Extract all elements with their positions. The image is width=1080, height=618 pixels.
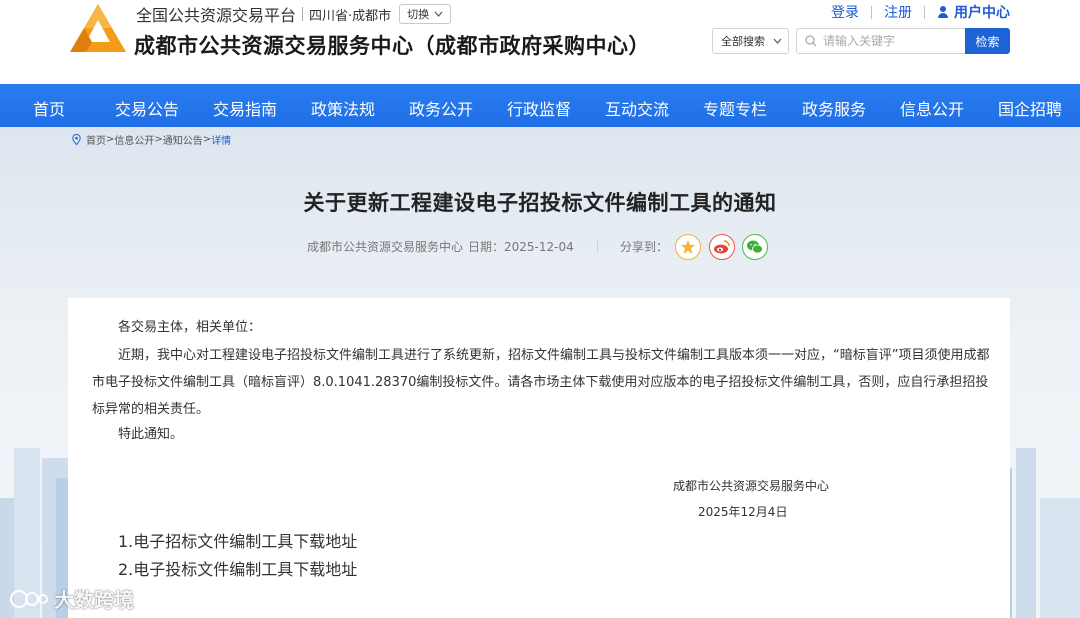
search-button[interactable]: 检索 bbox=[965, 28, 1010, 54]
share-favorite-button[interactable] bbox=[675, 234, 701, 260]
article-source: 成都市公共资源交易服务中心 bbox=[307, 240, 464, 254]
search-scope-value: 全部搜索 bbox=[721, 35, 765, 48]
breadcrumb-notices[interactable]: 通知公告 bbox=[163, 132, 203, 147]
breadcrumb-separator: > bbox=[106, 134, 115, 145]
user-center-label: 用户中心 bbox=[954, 5, 1010, 21]
search-scope-select[interactable]: 全部搜索 bbox=[712, 28, 789, 54]
signature-organization: 成都市公共资源交易服务中心 bbox=[673, 479, 830, 493]
breadcrumb-current: 详情 bbox=[211, 136, 232, 147]
breadcrumb-home[interactable]: 首页 bbox=[86, 132, 106, 147]
nav-item-interaction[interactable]: 互动交流 bbox=[605, 96, 669, 120]
download-link-tender-tool[interactable]: 2.电子投标文件编制工具下载地址 bbox=[118, 556, 357, 580]
nav-item-trading-announcements[interactable]: 交易公告 bbox=[115, 96, 179, 120]
watermark-text: 大数跨境 bbox=[54, 588, 134, 612]
switch-label: 切换 bbox=[407, 8, 430, 21]
watermark: 大数跨境 bbox=[10, 584, 134, 613]
weibo-icon bbox=[714, 240, 730, 254]
divider bbox=[871, 5, 872, 19]
chevron-down-icon bbox=[434, 11, 443, 17]
breadcrumb-information[interactable]: 信息公开 bbox=[114, 132, 154, 147]
register-link[interactable]: 注册 bbox=[884, 2, 912, 22]
search-input[interactable] bbox=[823, 34, 953, 48]
page-title: 成都市公共资源交易服务中心（成都市政府采购中心） bbox=[134, 34, 650, 58]
signature-date: 2025年12月4日 bbox=[698, 505, 788, 519]
nav-item-recruitment[interactable]: 国企招聘 bbox=[998, 96, 1062, 120]
nav-item-information[interactable]: 信息公开 bbox=[900, 96, 964, 120]
article-salutation: 各交易主体，相关单位： bbox=[118, 320, 262, 335]
divider bbox=[597, 239, 598, 252]
breadcrumb-separator: > bbox=[202, 134, 212, 145]
share-weibo-button[interactable] bbox=[709, 234, 735, 260]
article-closing: 特此通知。 bbox=[118, 427, 184, 442]
nav-item-trading-guide[interactable]: 交易指南 bbox=[213, 96, 277, 120]
share-label: 分享到： bbox=[620, 240, 669, 254]
star-icon bbox=[681, 240, 695, 254]
user-icon bbox=[937, 6, 949, 18]
nav-item-home[interactable]: 首页 bbox=[33, 96, 65, 120]
breadcrumb: 首页 > 信息公开 > 通知公告 > 详情 bbox=[72, 132, 231, 147]
article-title: 关于更新工程建设电子招投标文件编制工具的通知 bbox=[303, 191, 777, 215]
article-content: 各交易主体，相关单位： 近期，我中心对工程建设电子招投标文件编制工具进行了系统更… bbox=[68, 298, 1010, 618]
nav-item-services[interactable]: 政务服务 bbox=[802, 96, 866, 120]
article-meta: 成都市公共资源交易服务中心 日期：2025-12-04 bbox=[307, 238, 574, 255]
divider bbox=[924, 5, 925, 19]
article-date: 日期：2025-12-04 bbox=[468, 240, 574, 254]
nav-item-special-topics[interactable]: 专题专栏 bbox=[703, 96, 767, 120]
nav-item-supervision[interactable]: 行政监督 bbox=[507, 96, 571, 120]
breadcrumb-separator: > bbox=[154, 134, 163, 145]
chevron-down-icon bbox=[773, 38, 782, 44]
platform-line: 全国公共资源交易平台 四川省·成都市 切换 bbox=[136, 2, 452, 26]
search-field bbox=[796, 28, 966, 54]
region-switch-button[interactable]: 切换 bbox=[399, 4, 452, 24]
nav-item-policies[interactable]: 政策法规 bbox=[311, 96, 375, 120]
article-body: 近期，我中心对工程建设电子招投标文件编制工具进行了系统更新，招标文件编制工具与投… bbox=[92, 348, 990, 417]
download-link-bidding-tool[interactable]: 1.电子招标文件编制工具下载地址 bbox=[118, 528, 357, 552]
login-link[interactable]: 登录 bbox=[831, 2, 859, 22]
location-pin-icon bbox=[72, 134, 81, 145]
share-wechat-button[interactable] bbox=[742, 234, 768, 260]
user-center-link[interactable]: 用户中心 bbox=[937, 2, 1010, 22]
search-icon bbox=[805, 35, 817, 47]
top-links: 登录 注册 用户中心 bbox=[831, 2, 1010, 22]
nav-item-government-affairs[interactable]: 政务公开 bbox=[409, 96, 473, 120]
main-nav: 首页 交易公告 交易指南 政策法规 政务公开 行政监督 互动交流 专题专栏 政务… bbox=[0, 84, 1080, 127]
watermark-logo-icon bbox=[10, 589, 48, 608]
region-label: 四川省·成都市 bbox=[309, 8, 392, 24]
site-header: 全国公共资源交易平台 四川省·成都市 切换 成都市公共资源交易服务中心（成都市政… bbox=[0, 0, 1080, 84]
wechat-icon bbox=[747, 240, 763, 254]
platform-logo[interactable] bbox=[68, 2, 128, 54]
platform-name[interactable]: 全国公共资源交易平台 bbox=[136, 2, 296, 26]
divider bbox=[302, 7, 304, 21]
